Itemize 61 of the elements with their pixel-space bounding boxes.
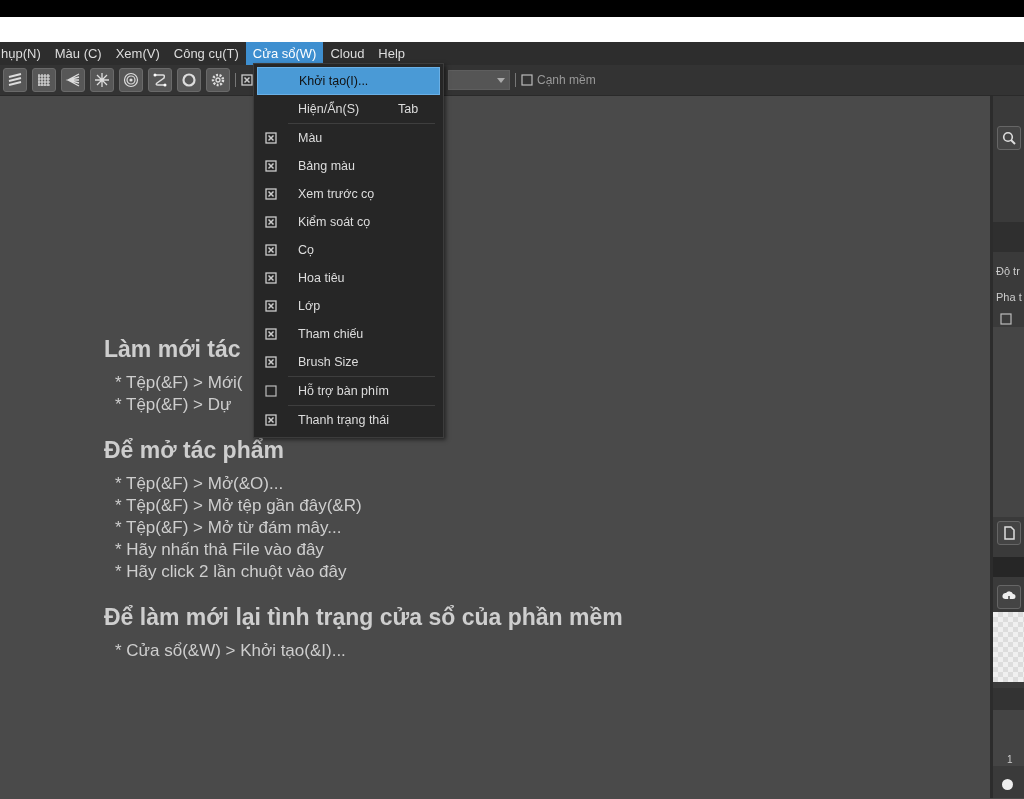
concentric-circles-icon[interactable]	[123, 72, 139, 88]
checkbox[interactable]	[265, 300, 277, 312]
checkbox[interactable]	[265, 356, 277, 368]
instruction-text: * Tệp(&F) > Mới(	[115, 372, 243, 394]
menu-item[interactable]: Màu	[257, 124, 440, 152]
menu-item[interactable]: Công cụ(T)	[166, 42, 246, 65]
menu-item[interactable]: Xem trước cọ	[257, 180, 440, 208]
panel-label: Độ tr	[995, 264, 1020, 279]
menu-item[interactable]: Khởi tạo(I)...	[257, 67, 440, 95]
checkbox[interactable]	[241, 74, 253, 86]
section-heading: Làm mới tác	[104, 335, 241, 364]
stripes-icon[interactable]	[7, 72, 23, 88]
menu-item[interactable]: Bảng màu	[257, 152, 440, 180]
page-number: 1	[993, 709, 1024, 766]
checkbox[interactable]	[265, 132, 277, 144]
checkbox[interactable]	[265, 272, 277, 284]
instruction-text: * Tệp(&F) > Mở(&O)...	[115, 473, 284, 495]
menu-item[interactable]: Hoa tiêu	[257, 264, 440, 292]
instruction-text: * Hãy nhấn thả File vào đây	[115, 539, 324, 561]
menu-item[interactable]: Help	[371, 42, 413, 65]
menu-item[interactable]: Cloud	[323, 42, 372, 65]
menu-item[interactable]: hụp(N)	[0, 42, 48, 65]
instruction-text: * Tệp(&F) > Dự	[115, 394, 232, 416]
zoom-icon[interactable]	[1002, 131, 1016, 145]
section-heading: Để làm mới lại tình trạng cửa sổ của phần mềm	[104, 603, 623, 632]
checkbox[interactable]	[265, 188, 277, 200]
instruction-text: * Cửa sổ(&W) > Khởi tạo(&I)...	[115, 640, 346, 662]
transparent-preview	[993, 611, 1024, 682]
menu-item[interactable]: Cọ	[257, 236, 440, 264]
checkbox[interactable]	[1000, 313, 1012, 326]
brush-dot-icon	[1002, 779, 1013, 791]
ring-icon[interactable]	[181, 72, 197, 88]
dropdown-arrow-icon[interactable]	[497, 77, 505, 83]
menu-item[interactable]: Tham chiếu	[257, 320, 440, 348]
checkbox[interactable]	[521, 74, 533, 86]
gear-icon[interactable]	[210, 72, 226, 88]
checkbox-label: Cạnh mềm	[537, 72, 596, 89]
menu-item[interactable]: Lớp	[257, 292, 440, 320]
menu-item[interactable]: Kiểm soát cọ	[257, 208, 440, 236]
checkbox[interactable]	[265, 160, 277, 172]
menu-item[interactable]: Hiện/Ẩn(S) Tab	[257, 95, 440, 123]
panel-label: Pha t	[995, 290, 1022, 305]
checkbox[interactable]	[265, 328, 277, 340]
checkbox[interactable]	[265, 244, 277, 256]
checkbox[interactable]	[265, 216, 277, 228]
menu-item[interactable]: Thanh trạng thái	[257, 406, 440, 434]
checkbox[interactable]	[265, 385, 277, 397]
instruction-text: * Tệp(&F) > Mở tệp gần đây(&R)	[115, 495, 362, 517]
radial-lines-icon[interactable]	[94, 72, 110, 88]
menu-item[interactable]: Brush Size	[257, 348, 440, 376]
new-page-icon[interactable]	[1002, 525, 1016, 540]
fan-lines-icon[interactable]	[65, 72, 81, 88]
checkbox[interactable]	[265, 414, 277, 426]
curve-icon[interactable]	[152, 72, 168, 88]
instruction-text: * Hãy click 2 lần chuột vào đây	[115, 561, 347, 583]
instruction-text: * Tệp(&F) > Mở từ đám mây...	[115, 517, 342, 539]
menu-item[interactable]: Xem(V)	[108, 42, 167, 65]
section-heading: Để mở tác phẩm	[104, 436, 284, 465]
menu-item[interactable]: Màu (C)	[47, 42, 109, 65]
menu-item[interactable]: Hỗ trợ bàn phím	[257, 377, 440, 405]
grid-icon[interactable]	[36, 72, 52, 88]
